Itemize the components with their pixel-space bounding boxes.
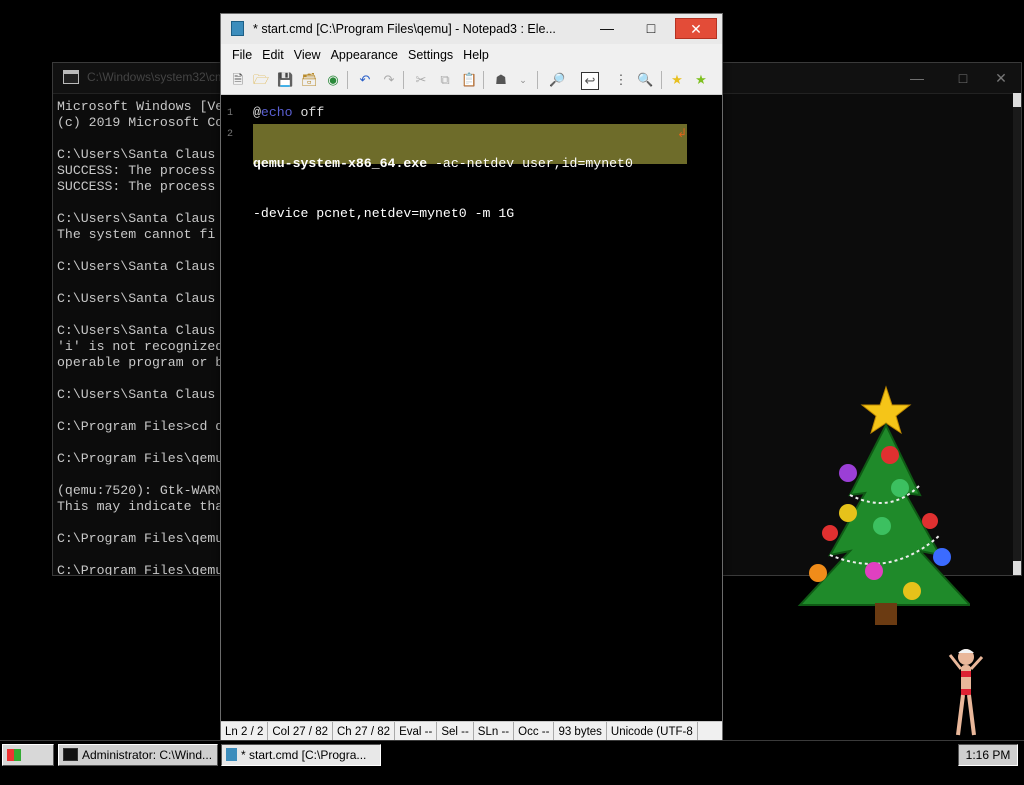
taskbar-clock[interactable]: 1:16 PM <box>958 744 1018 766</box>
line-number: 2 <box>227 129 234 140</box>
notepad-window[interactable]: * start.cmd [C:\Program Files\qemu] - No… <box>220 13 723 743</box>
line-number-gutter: 1 2 <box>221 95 249 722</box>
zoom-in-icon[interactable]: 🔍 <box>637 72 653 88</box>
dancing-figure-icon <box>948 649 984 736</box>
toolbar-separator <box>347 71 348 89</box>
console-minimize-button[interactable]: — <box>897 67 937 89</box>
code-wrapped-line: -device pcnet,netdev=mynet0 -m 1G <box>253 206 515 221</box>
console-scrollbar[interactable] <box>1013 93 1021 575</box>
scroll-down-arrow-icon[interactable] <box>1013 561 1021 575</box>
code-keyword: echo <box>260 105 293 120</box>
code-command: qemu-system-x86_64.exe <box>253 156 428 171</box>
editor-area[interactable]: 1 2 @echo off qemu-system-x86_64.exe -ac… <box>221 95 722 722</box>
redo-icon[interactable]: ↷ <box>381 72 397 88</box>
status-line[interactable]: Ln 2 / 2 <box>221 722 269 742</box>
code-text: off <box>292 105 325 120</box>
status-selection[interactable]: Sel -- <box>437 722 474 742</box>
windows-logo-icon <box>7 749 21 761</box>
code-args: -ac-netdev user,id=mynet0 <box>427 156 633 171</box>
add-favorite-icon[interactable]: ★ <box>693 72 709 88</box>
open-folder-icon[interactable]: 🗁 <box>253 72 269 88</box>
cut-icon[interactable]: ✂ <box>413 72 429 88</box>
code-at: @ <box>253 105 261 120</box>
menu-help[interactable]: Help <box>458 44 494 66</box>
paste-icon[interactable]: 📋 <box>461 72 477 88</box>
menu-appearance[interactable]: Appearance <box>326 44 403 66</box>
status-bytes[interactable]: 93 bytes <box>554 722 607 742</box>
maximize-button[interactable]: □ <box>630 18 672 39</box>
menu-view[interactable]: View <box>289 44 326 66</box>
status-char[interactable]: Ch 27 / 82 <box>333 722 396 742</box>
code-line-2-selected[interactable]: qemu-system-x86_64.exe -ac-netdev user,i… <box>253 124 687 221</box>
console-maximize-button[interactable]: □ <box>943 67 983 89</box>
toolbar-separator <box>661 71 662 89</box>
status-encoding[interactable]: Unicode (UTF-8 <box>607 722 698 742</box>
wrap-indicator-icon: ↲ <box>676 127 687 141</box>
console-close-button[interactable]: ✕ <box>981 67 1021 89</box>
find-icon[interactable]: ☗ <box>493 72 509 88</box>
toolbar-separator <box>537 71 538 89</box>
status-occurrences[interactable]: Occ -- <box>514 722 555 742</box>
notepad-titlebar[interactable]: * start.cmd [C:\Program Files\qemu] - No… <box>221 14 722 44</box>
toolbar: 🗎 🗁 💾 🗃 ◉ ↶ ↷ ✂ ⧉ 📋 ☗ ⌄ 🔎 ↩ ⋮ 🔍 ★ ★ <box>221 66 722 95</box>
notepad-title: * start.cmd [C:\Program Files\qemu] - No… <box>253 22 556 36</box>
console-task-icon <box>63 748 78 761</box>
console-app-icon <box>63 70 79 84</box>
toolbar-separator <box>483 71 484 89</box>
close-button[interactable]: ✕ <box>675 18 717 39</box>
replace-icon[interactable]: 🔎 <box>549 72 565 88</box>
new-file-icon[interactable]: 🗎 <box>230 72 246 88</box>
start-label: Start <box>3 767 33 782</box>
status-selected-lines[interactable]: SLn -- <box>474 722 515 742</box>
status-column[interactable]: Col 27 / 82 <box>268 722 333 742</box>
notepad-app-icon <box>231 21 244 36</box>
start-button[interactable]: Start <box>2 744 54 782</box>
menu-bar: File Edit View Appearance Settings Help <box>221 44 722 66</box>
code-line-1[interactable]: @echo off <box>253 105 324 120</box>
christmas-tree-icon <box>797 385 970 625</box>
save-as-icon[interactable]: 🗃 <box>301 72 318 88</box>
more-options-icon[interactable]: ⋮ <box>613 72 629 88</box>
status-eval[interactable]: Eval -- <box>395 722 438 742</box>
undo-icon[interactable]: ↶ <box>357 72 373 88</box>
menu-settings[interactable]: Settings <box>403 44 458 66</box>
word-wrap-icon[interactable]: ↩ <box>581 72 599 90</box>
taskbar-console-label: Administrator: C:\Wind... <box>82 748 213 762</box>
minimize-button[interactable]: — <box>586 18 628 39</box>
browse-icon[interactable]: ◉ <box>325 72 341 88</box>
line-number: 1 <box>227 108 234 119</box>
favorites-icon[interactable]: ★ <box>669 72 685 88</box>
notepad-task-icon <box>226 748 237 761</box>
taskbar-notepad-label: * start.cmd [C:\Progra... <box>241 748 367 762</box>
copy-icon[interactable]: ⧉ <box>437 72 453 88</box>
taskbar: Start Administrator: C:\Wind... * start.… <box>0 740 1024 782</box>
menu-file[interactable]: File <box>227 44 257 66</box>
menu-edit[interactable]: Edit <box>257 44 289 66</box>
save-icon[interactable]: 💾 <box>277 72 293 88</box>
taskbar-notepad-button[interactable]: * start.cmd [C:\Progra... <box>221 744 381 766</box>
taskbar-console-button[interactable]: Administrator: C:\Wind... <box>58 744 218 766</box>
scroll-up-arrow-icon[interactable] <box>1013 93 1021 107</box>
find-dropdown-icon[interactable]: ⌄ <box>515 72 531 88</box>
toolbar-separator <box>403 71 404 89</box>
status-bar: Ln 2 / 2 Col 27 / 82 Ch 27 / 82 Eval -- Sel … <box>221 721 722 742</box>
